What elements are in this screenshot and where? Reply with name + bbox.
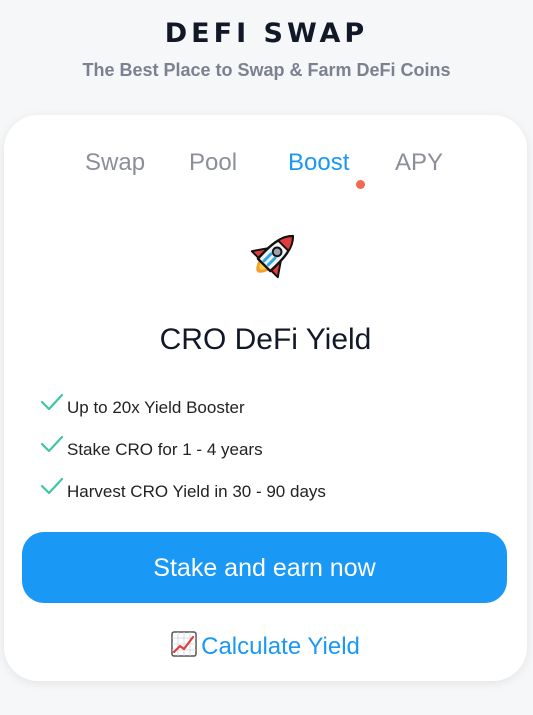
calculate-yield-label: Calculate Yield [201,633,360,660]
feature-text: Harvest CRO Yield in 30 - 90 days [67,482,326,501]
notification-dot [356,180,365,189]
feature-text: Up to 20x Yield Booster [67,398,245,417]
chart-increasing-icon [171,631,197,657]
tab-bar: Swap Pool Boost APY [4,149,527,189]
card-title: CRO DeFi Yield [159,323,372,356]
tab-swap[interactable]: Swap [85,149,145,177]
feature-text: Stake CRO for 1 - 4 years [67,440,263,459]
header: DEFI SWAP The Best Place to Swap & Farm … [0,0,533,110]
tab-apy[interactable]: APY [395,149,443,177]
stake-and-earn-button[interactable]: Stake and earn now [22,532,507,603]
check-icon [40,477,64,495]
app-title: DEFI SWAP [164,18,369,49]
calculate-yield-link[interactable]: Calculate Yield [4,631,527,661]
check-icon [40,393,64,411]
tab-pool[interactable]: Pool [189,149,237,177]
tab-boost[interactable]: Boost [288,149,349,177]
boost-card: Swap Pool Boost APY CRO DeFi Yield Up to… [4,115,527,681]
app-subtitle: The Best Place to Swap & Farm DeFi Coins [82,60,451,80]
rocket-icon [250,234,295,279]
check-icon [40,435,64,453]
